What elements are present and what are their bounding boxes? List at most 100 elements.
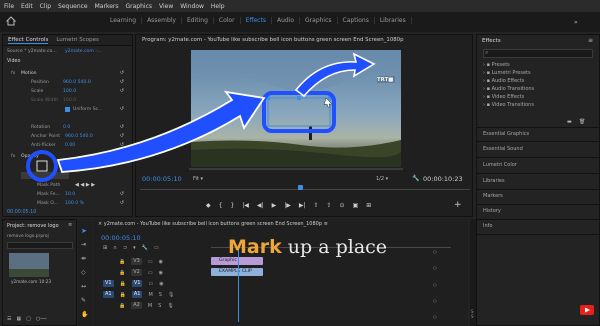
source-patch-v1[interactable]: V1: [103, 280, 114, 287]
workspace-tab-libraries[interactable]: Libraries: [375, 17, 412, 24]
reset-icon[interactable]: ↺: [120, 153, 124, 159]
solo-button[interactable]: S: [158, 303, 161, 309]
workspace-tab-effects[interactable]: Effects: [241, 17, 272, 24]
panel-lumetri-color[interactable]: Lumetri Color: [483, 162, 517, 168]
menu-graphics[interactable]: Graphics: [126, 3, 153, 10]
effects-folder-audio-effects[interactable]: › ▪ Audio Effects: [483, 78, 524, 84]
menu-help[interactable]: Help: [211, 3, 225, 10]
project-search-input[interactable]: [7, 242, 73, 249]
ec-row-position[interactable]: Position 960.0 540.0 ↺: [3, 78, 134, 87]
settings-wrench-icon[interactable]: 🔧: [142, 245, 148, 251]
tab-effect-controls[interactable]: Effect Controls: [8, 37, 49, 44]
mute-button[interactable]: M: [148, 292, 152, 298]
workspace-tab-editing[interactable]: Editing: [182, 17, 214, 24]
lift-icon[interactable]: ⇧: [313, 202, 318, 209]
panel-info[interactable]: Info: [483, 223, 492, 229]
go-to-in-icon[interactable]: |◀: [242, 202, 249, 209]
eye-icon[interactable]: ◉: [159, 270, 163, 276]
proxy-toggle-icon[interactable]: ⊞: [366, 202, 371, 209]
pen-tool-icon[interactable]: ✎: [81, 297, 86, 304]
timeline-timecode[interactable]: 00:00:05:10: [101, 234, 141, 242]
lock-icon[interactable]: 🔒: [119, 303, 125, 309]
lock-icon[interactable]: 🔒: [119, 259, 125, 265]
add-marker-icon[interactable]: ▾: [133, 245, 136, 251]
delete-icon[interactable]: 🗑: [579, 119, 585, 125]
panel-markers[interactable]: Markers: [483, 193, 503, 199]
ec-row-anchor[interactable]: Anchor Point 960.0 540.0 ↺: [3, 132, 134, 141]
reset-icon[interactable]: ↺: [120, 106, 124, 112]
step-forward-icon[interactable]: |▶: [284, 202, 291, 209]
timeline-ruler[interactable]: [140, 189, 470, 190]
selection-tool-icon[interactable]: ➤: [81, 227, 87, 235]
eye-icon[interactable]: ◉: [159, 281, 163, 287]
workspace-tab-captions[interactable]: Captions: [338, 17, 375, 24]
comparison-view-icon[interactable]: ▣: [353, 202, 359, 209]
menu-view[interactable]: View: [159, 3, 173, 10]
uniform-scale-checkbox[interactable]: [65, 107, 70, 112]
track-select-tool-icon[interactable]: ⇥: [81, 241, 86, 248]
ec-row-motion[interactable]: fx Motion ↺: [3, 69, 134, 78]
mute-button[interactable]: M: [148, 303, 152, 309]
ec-row-uniform-scale[interactable]: Uniform Sc... ↺: [3, 105, 134, 114]
menu-clip[interactable]: Clip: [40, 3, 51, 10]
menu-edit[interactable]: Edit: [21, 3, 33, 10]
lock-icon[interactable]: 🔒: [120, 292, 126, 298]
play-button[interactable]: ▶: [272, 202, 277, 209]
video-frame[interactable]: TRT■: [191, 50, 401, 167]
list-view-icon[interactable]: ☰: [7, 316, 11, 322]
track-a1[interactable]: A1 🔒 A1 M S 🎙: [103, 290, 174, 299]
hand-tool-icon[interactable]: ✋: [81, 311, 88, 318]
snap-icon[interactable]: ∩: [113, 245, 117, 251]
eye-icon[interactable]: ◉: [159, 259, 163, 265]
effects-folder-video-effects[interactable]: › ▪ Video Effects: [483, 94, 524, 100]
zoom-fit-select[interactable]: Fit ▾: [193, 176, 203, 182]
timeline-playhead[interactable]: [238, 247, 239, 322]
in-point-icon[interactable]: {: [219, 202, 223, 209]
panel-essential-graphics[interactable]: Essential Graphics: [483, 131, 529, 137]
linked-selection-icon[interactable]: ⊃: [123, 245, 127, 251]
ec-row-mask-path[interactable]: Mask Path ◀ ◀ ▶ ▶: [3, 181, 134, 190]
zoom-slider[interactable]: ○──: [36, 316, 46, 322]
menu-markers[interactable]: Markers: [95, 3, 119, 10]
solo-button[interactable]: S: [159, 292, 162, 298]
resolution-select[interactable]: 1/2 ▾: [376, 176, 388, 182]
ec-row-opacity[interactable]: fx Opacity ↺: [3, 152, 134, 161]
sequence-clip-label[interactable]: y2mate.com -...: [65, 49, 101, 54]
panel-menu-icon[interactable]: ≡: [68, 222, 72, 228]
effects-folder-video-transitions[interactable]: › ▪ Video Transitions: [483, 102, 534, 108]
razor-tool-icon[interactable]: ◇: [81, 269, 86, 276]
menu-sequence[interactable]: Sequence: [58, 3, 88, 10]
freeform-view-icon[interactable]: ▢: [26, 316, 31, 322]
go-to-out-icon[interactable]: ▶|: [299, 202, 306, 209]
workspace-tab-color[interactable]: Color: [214, 17, 241, 24]
mic-icon[interactable]: 🎙: [167, 303, 173, 309]
track-a2[interactable]: 🔒 A2 M S 🎙: [103, 301, 174, 310]
mic-icon[interactable]: 🎙: [168, 292, 174, 298]
marker-icon[interactable]: ◆: [206, 202, 211, 209]
reset-icon[interactable]: ↺: [120, 133, 124, 139]
workspace-tab-audio[interactable]: Audio: [272, 17, 301, 24]
workspace-tab-learning[interactable]: Learning: [105, 17, 143, 24]
ec-row-mask-feather[interactable]: Mask Fe... 10.0 ↺: [3, 190, 134, 199]
insert-icon[interactable]: ⊞: [103, 245, 107, 251]
monitor-scrub-bar[interactable]: [189, 168, 403, 170]
icon-view-icon[interactable]: ▦: [16, 316, 21, 322]
workspace-tab-assembly[interactable]: Assembly: [142, 17, 182, 24]
ec-row-scale[interactable]: Scale 100.0 ↺: [3, 87, 134, 96]
captions-icon[interactable]: ▭: [154, 245, 159, 251]
mask-track-controls[interactable]: ◀ ◀ ▶ ▶: [75, 182, 95, 188]
workspace-tab-graphics[interactable]: Graphics: [300, 17, 338, 24]
playhead-marker[interactable]: [298, 185, 303, 190]
reset-icon[interactable]: ↺: [120, 79, 124, 85]
out-point-icon[interactable]: }: [230, 202, 234, 209]
track-v1[interactable]: V1 🔒 V1 ▭ ◉: [103, 279, 164, 288]
timeline-clip-graphic[interactable]: Graphic: [211, 257, 263, 265]
reset-icon[interactable]: ↺: [120, 88, 124, 94]
effects-folder-lumetri-presets[interactable]: › ▪ Lumetri Presets: [483, 70, 531, 76]
source-clip-label[interactable]: Source * y2mate.co...: [7, 49, 57, 54]
panel-essential-sound[interactable]: Essential Sound: [483, 146, 523, 152]
ec-row-mask-opacity[interactable]: Mask O... 100.0 % ↺: [3, 199, 134, 208]
menu-window[interactable]: Window: [180, 3, 204, 10]
track-scroll-handles[interactable]: ○ ○ ○ ○ ○: [433, 249, 439, 319]
sync-lock-icon[interactable]: ▭: [148, 270, 153, 276]
